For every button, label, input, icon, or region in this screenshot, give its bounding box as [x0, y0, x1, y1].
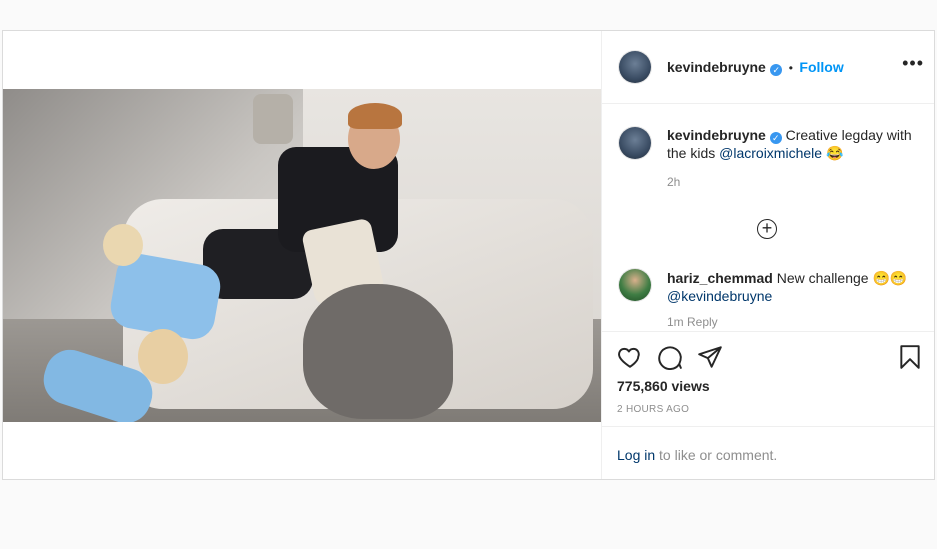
comment-icon[interactable] [657, 344, 683, 370]
video-scene-kid-head [138, 329, 188, 384]
video-scene-blanket [303, 284, 453, 419]
verified-icon: ✓ [770, 64, 783, 76]
caption-age[interactable]: 2h [667, 173, 927, 191]
post-card: kevindebruyne ✓ • Follow ••• kevindebruy… [2, 30, 935, 480]
caption-avatar[interactable] [619, 127, 651, 159]
author-username[interactable]: kevindebruyne [667, 59, 766, 75]
comment-text-block: hariz_chemmad New challenge 😁😁 @kevindeb… [667, 269, 927, 331]
view-count[interactable]: 775,860 views [617, 378, 710, 394]
comment-text: New challenge 😁😁 [776, 270, 908, 286]
commenter-avatar[interactable] [619, 269, 651, 301]
post-video[interactable] [3, 89, 601, 422]
video-scene-hair [348, 103, 402, 129]
comment-mention[interactable]: @kevindebruyne [667, 288, 772, 304]
caption-mention[interactable]: @lacroixmichele [719, 145, 822, 161]
verified-icon: ✓ [769, 132, 782, 144]
login-prompt-text: to like or comment. [655, 447, 778, 463]
post-header: kevindebruyne ✓ • Follow ••• [601, 31, 934, 104]
post-media [3, 31, 602, 479]
post-timestamp[interactable]: 2 HOURS AGO [617, 404, 689, 415]
caption-username[interactable]: kevindebruyne [667, 127, 766, 143]
laughing-emoji: 😂 [825, 145, 844, 161]
comment-meta[interactable]: 1m Reply [667, 313, 927, 331]
caption-text-block: kevindebruyne ✓ Creative legday with the… [667, 126, 927, 191]
bookmark-icon[interactable] [897, 344, 923, 370]
heart-icon[interactable] [617, 344, 643, 370]
login-prompt: Log in to like or comment. [601, 426, 934, 480]
load-more-comments-icon[interactable]: + [757, 219, 777, 239]
author-avatar[interactable] [619, 51, 651, 83]
comments-list: kevindebruyne ✓ Creative legday with the… [601, 104, 934, 331]
video-scene-kid-head [103, 224, 143, 266]
more-options-icon[interactable]: ••• [902, 53, 924, 74]
post-actions: 775,860 views 2 HOURS AGO [601, 331, 934, 427]
caption-item: kevindebruyne ✓ Creative legday with the… [617, 126, 917, 196]
comment-username[interactable]: hariz_chemmad [667, 270, 773, 286]
follow-button[interactable]: Follow [799, 59, 843, 75]
post-sidebar: kevindebruyne ✓ • Follow ••• kevindebruy… [601, 31, 934, 479]
comment-item: hariz_chemmad New challenge 😁😁 @kevindeb… [617, 269, 917, 331]
paper-plane-icon[interactable] [697, 344, 723, 370]
separator-dot: • [788, 61, 793, 75]
video-scene-lamp [253, 94, 293, 144]
author-line: kevindebruyne ✓ • Follow [667, 59, 844, 77]
login-link[interactable]: Log in [617, 447, 655, 463]
